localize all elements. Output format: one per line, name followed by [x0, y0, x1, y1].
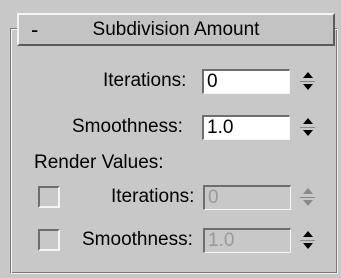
render-iterations-label: Iterations: [111, 186, 195, 207]
spinner-divider [300, 81, 315, 82]
render-iterations-input[interactable]: 0 [203, 185, 291, 210]
render-iterations-spinner[interactable] [299, 184, 316, 211]
spinner-divider [300, 127, 315, 128]
render-smoothness-checkbox[interactable] [38, 229, 60, 251]
iterations-spinner[interactable] [299, 68, 316, 95]
rollout-header[interactable]: - Subdivision Amount [17, 13, 335, 46]
spinner-down-icon[interactable] [303, 130, 313, 136]
iterations-label: Iterations: [103, 70, 187, 91]
render-values-heading: Render Values: [34, 152, 164, 173]
spinner-divider [300, 197, 315, 198]
smoothness-input[interactable]: 1.0 [202, 115, 290, 140]
render-smoothness-input[interactable]: 1.0 [203, 228, 291, 253]
spinner-up-icon[interactable] [303, 188, 313, 194]
subdivision-amount-panel: - Subdivision Amount Iterations: 0 Smoot… [0, 0, 341, 278]
spinner-up-icon[interactable] [303, 118, 313, 124]
rollout-title: Subdivision Amount [92, 19, 260, 40]
smoothness-spinner[interactable] [299, 114, 316, 141]
spinner-down-icon[interactable] [303, 200, 313, 206]
spinner-up-icon[interactable] [303, 231, 313, 237]
render-iterations-checkbox[interactable] [38, 186, 60, 208]
smoothness-label: Smoothness: [72, 116, 183, 137]
spinner-up-icon[interactable] [303, 72, 313, 78]
render-smoothness-label: Smoothness: [82, 229, 193, 250]
spinner-divider [300, 240, 315, 241]
spinner-down-icon[interactable] [303, 243, 313, 249]
render-smoothness-spinner[interactable] [299, 227, 316, 254]
iterations-input[interactable]: 0 [202, 69, 290, 94]
spinner-down-icon[interactable] [303, 84, 313, 90]
